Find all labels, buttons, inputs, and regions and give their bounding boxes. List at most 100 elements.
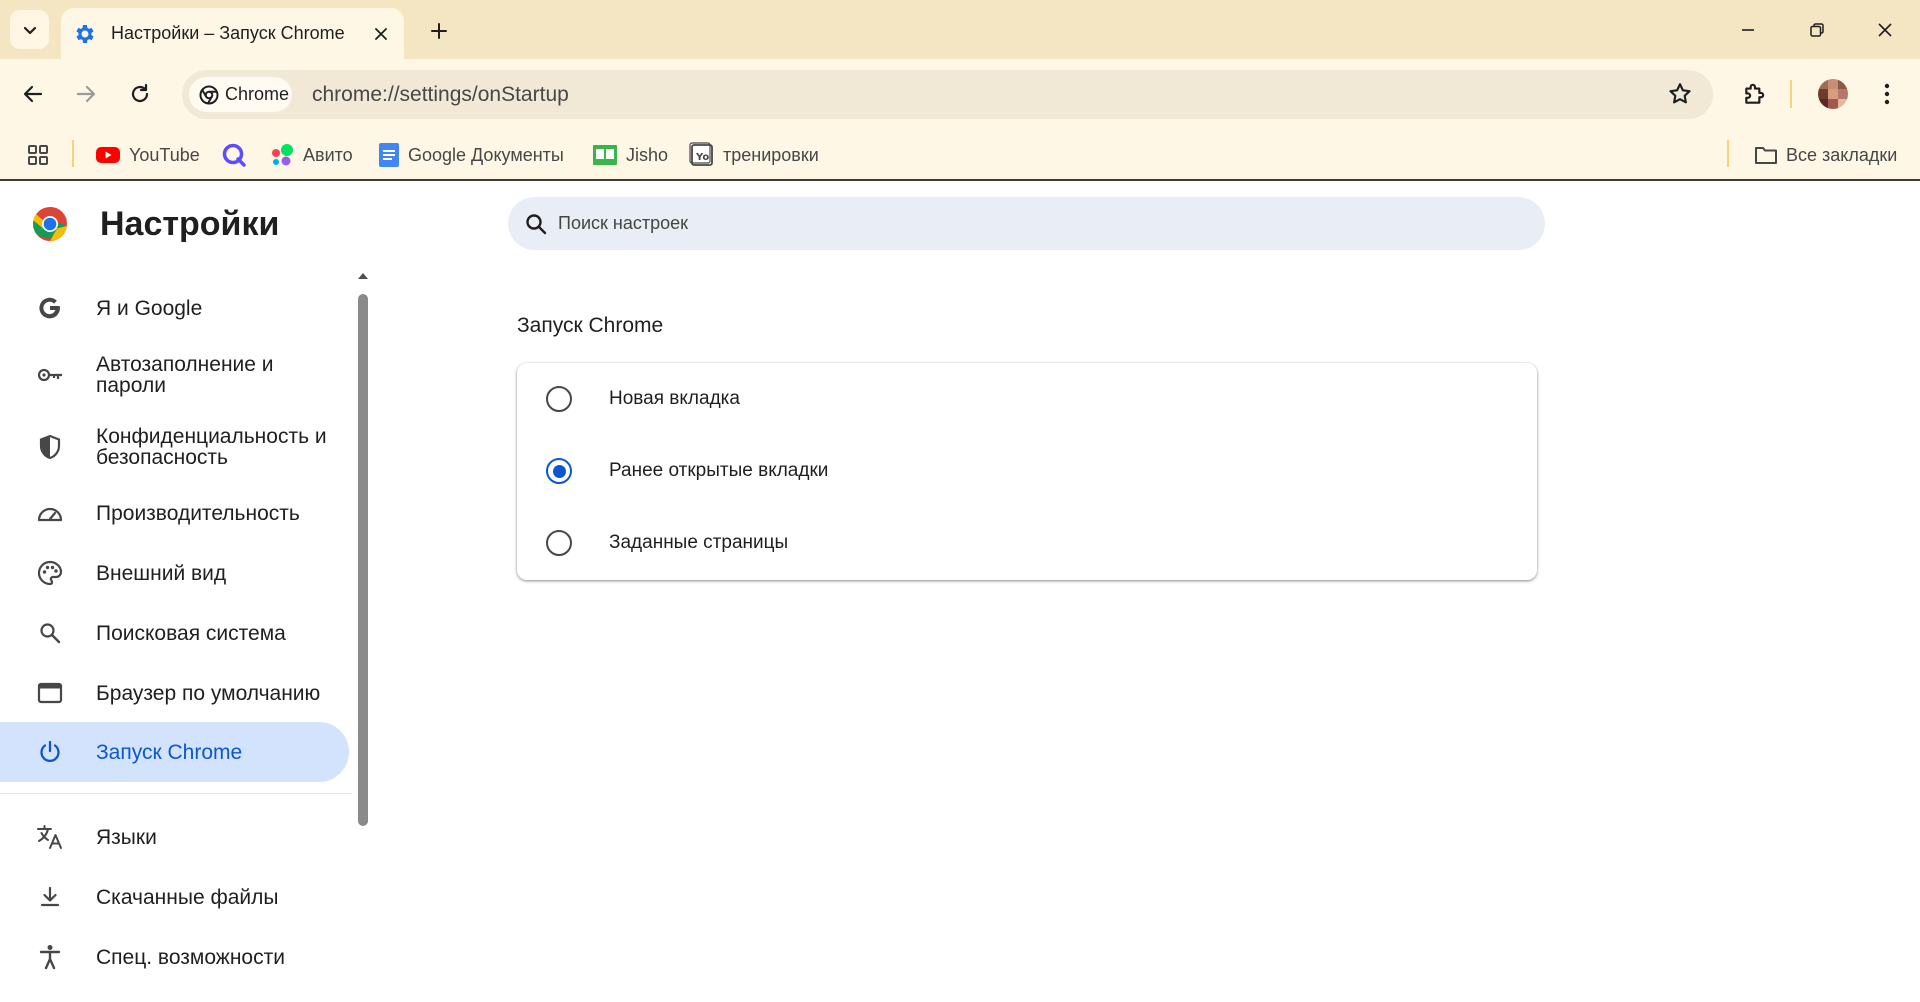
all-bookmarks-button[interactable]: Все закладки (1754, 142, 1897, 168)
close-window-button[interactable] (1862, 10, 1908, 50)
nav-item-you-and-google[interactable]: Я и Google (0, 286, 349, 330)
apps-grid-icon (28, 145, 48, 165)
bookmarks-bar: YouTube Авито Google Документы Jisho Yo … (0, 130, 1920, 181)
nav-divider (0, 793, 352, 794)
tab-search-button[interactable] (10, 10, 49, 49)
radio-button[interactable] (546, 386, 572, 412)
url-text[interactable]: chrome://settings/onStartup (312, 83, 569, 107)
download-icon (35, 882, 65, 912)
address-bar[interactable]: Chrome chrome://settings/onStartup (182, 70, 1713, 119)
radio-label: Ранее открытые вкладки (609, 460, 829, 481)
kebab-menu-icon (1884, 83, 1890, 105)
nav-label: Внешний вид (96, 561, 227, 585)
radio-button-checked[interactable] (546, 458, 572, 484)
accessibility-icon (35, 942, 65, 972)
bookmark-q[interactable] (221, 142, 255, 168)
tab-strip: Настройки – Запуск Chrome (0, 0, 1920, 59)
scroll-up-icon[interactable] (357, 271, 369, 281)
profile-button[interactable] (1814, 75, 1852, 113)
nav-item-downloads[interactable]: Скачанные файлы (0, 875, 349, 919)
translate-icon (35, 822, 65, 852)
nav-item-accessibility[interactable]: Спец. возможности (0, 935, 349, 979)
chrome-icon (199, 85, 219, 104)
new-tab-button[interactable] (424, 16, 454, 46)
nav-item-privacy[interactable]: Конфиденциальность и безопасность (0, 422, 349, 472)
speedometer-icon (35, 498, 65, 528)
nav-scrollbar[interactable] (356, 270, 370, 1002)
menu-button[interactable] (1868, 75, 1906, 113)
close-tab-button[interactable] (368, 21, 394, 47)
avito-icon (272, 144, 293, 166)
apps-button[interactable] (27, 142, 57, 168)
nav-item-on-startup[interactable]: Запуск Chrome (0, 722, 349, 782)
bookmark-jisho[interactable]: Jisho (592, 142, 668, 168)
bookmark-google-docs[interactable]: Google Документы (378, 142, 564, 168)
nav-item-appearance[interactable]: Внешний вид (0, 551, 349, 595)
close-icon (1878, 23, 1892, 37)
reload-button[interactable] (121, 75, 159, 113)
startup-option-continue[interactable]: Ранее открытые вкладки (517, 435, 1537, 507)
palette-icon (35, 558, 65, 588)
chevron-down-icon (23, 26, 36, 34)
close-icon (375, 27, 387, 40)
restore-icon (1810, 23, 1824, 37)
bookmark-youtube[interactable]: YouTube (95, 142, 200, 168)
back-button[interactable] (14, 75, 52, 113)
minimize-button[interactable] (1725, 10, 1771, 50)
nav-item-autofill[interactable]: Автозаполнение и пароли (0, 350, 349, 400)
startup-option-specific-pages[interactable]: Заданные страницы (517, 507, 1537, 579)
nav-label: Производительность (96, 501, 300, 525)
bookmark-label: Авито (303, 144, 353, 165)
nav-label: Поисковая система (96, 621, 286, 645)
bookmark-trainings[interactable]: Yo тренировки (689, 142, 819, 168)
google-icon (35, 293, 65, 323)
toolbar: Chrome chrome://settings/onStartup (0, 59, 1920, 130)
page-title: Настройки (100, 205, 280, 243)
radio-button[interactable] (546, 530, 572, 556)
nav-item-performance[interactable]: Производительность (0, 491, 349, 535)
chrome-logo-icon (33, 206, 67, 241)
site-info-chip[interactable]: Chrome (189, 77, 292, 112)
gear-icon (76, 24, 94, 43)
bookmark-label: Jisho (626, 144, 669, 165)
arrow-right-icon (76, 85, 96, 103)
tab-title: Настройки – Запуск Chrome (111, 23, 345, 43)
search-input[interactable] (558, 213, 1458, 234)
search-icon (35, 618, 65, 648)
nav-label: Автозаполнение и пароли (96, 353, 274, 397)
youtube-icon (96, 147, 120, 163)
q-icon (222, 143, 246, 167)
active-tab[interactable]: Настройки – Запуск Chrome (61, 8, 404, 59)
arrow-left-icon (23, 85, 43, 103)
extensions-button[interactable] (1736, 75, 1774, 113)
minimize-icon (1742, 29, 1754, 31)
bookmark-star-icon[interactable] (1667, 81, 1693, 107)
avatar (1818, 79, 1848, 109)
radio-label: Заданные страницы (609, 532, 789, 553)
nav-label: Запуск Chrome (96, 740, 243, 764)
nav-item-languages[interactable]: Языки (0, 815, 349, 859)
bookmark-label: Google Документы (408, 144, 564, 165)
shield-icon (35, 432, 65, 462)
nav-item-default-browser[interactable]: Браузер по умолчанию (0, 671, 349, 715)
all-bookmarks-label: Все закладки (1786, 144, 1898, 165)
bookmark-label: тренировки (723, 144, 819, 165)
site-chip-label: Chrome (225, 84, 290, 104)
plus-icon (431, 23, 447, 39)
settings-search[interactable] (508, 197, 1545, 250)
nav-label: Браузер по умолчанию (96, 681, 321, 705)
startup-options-card: Новая вкладка Ранее открытые вкладки Зад… (517, 363, 1537, 580)
nav-label: Я и Google (96, 296, 203, 320)
yo-icon: Yo (689, 142, 713, 166)
toolbar-separator (1790, 80, 1792, 108)
docs-icon (379, 143, 399, 167)
forward-button[interactable] (67, 75, 105, 113)
nav-item-search-engine[interactable]: Поисковая система (0, 611, 349, 655)
browser-window-icon (35, 678, 65, 708)
restore-button[interactable] (1794, 10, 1840, 50)
startup-option-new-tab[interactable]: Новая вкладка (517, 363, 1537, 435)
puzzle-icon (1745, 83, 1765, 104)
scroll-thumb[interactable] (358, 294, 368, 826)
key-icon (35, 360, 65, 390)
bookmark-avito[interactable]: Авито (269, 142, 353, 168)
